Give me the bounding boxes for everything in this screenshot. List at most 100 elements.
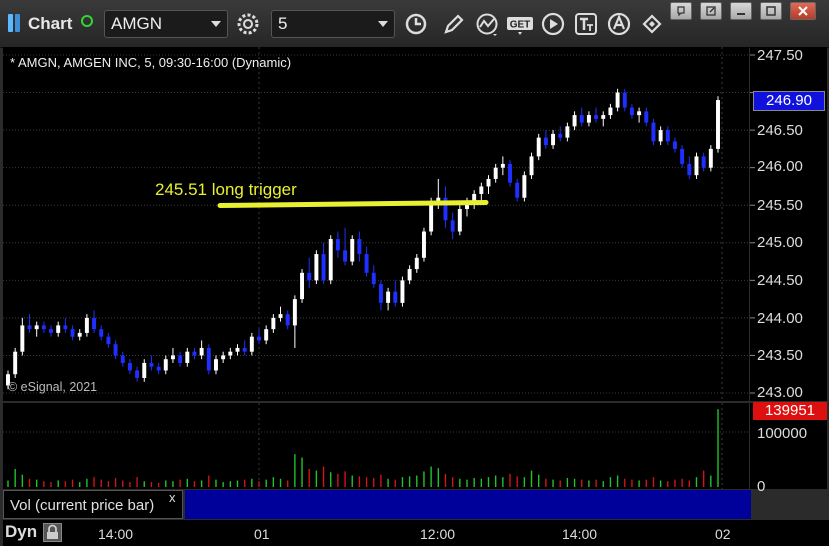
candle-body <box>400 280 405 303</box>
candle-body <box>307 272 312 281</box>
candle-body <box>386 291 391 303</box>
candle-body <box>479 186 484 194</box>
candle-body <box>579 115 584 123</box>
candle-body <box>522 175 527 198</box>
candle-body <box>185 351 190 363</box>
candle-body <box>680 148 685 164</box>
candle-body <box>572 115 577 127</box>
candle-body <box>708 148 713 168</box>
trigger-line <box>217 199 489 208</box>
last-volume-tag: 139951 <box>753 402 827 420</box>
price-tick-label: 243.00 <box>757 384 803 401</box>
candle-body <box>106 336 111 345</box>
volume-study-label: Vol (current price bar) <box>10 497 155 514</box>
candle-body <box>716 100 720 149</box>
candle-body <box>558 133 563 138</box>
chart-info-label: * AMGN, AMGEN INC, 5, 09:30-16:00 (Dynam… <box>10 55 292 70</box>
candle-body <box>63 325 68 330</box>
candle-body <box>321 254 326 281</box>
candle-body <box>637 111 642 116</box>
candle-body <box>601 115 606 119</box>
candle-body <box>70 329 75 337</box>
candle-body <box>586 115 591 123</box>
candle-body <box>622 92 627 108</box>
candle-body <box>651 122 656 142</box>
candle-body <box>393 291 398 303</box>
volume-tick-label: 100000 <box>757 425 808 442</box>
candle-body <box>228 351 233 356</box>
candle-body <box>214 359 218 371</box>
candle-body <box>429 201 434 232</box>
candle-body <box>335 239 340 251</box>
volume-study-strip <box>185 490 751 519</box>
candle-body <box>235 347 240 352</box>
dynamic-label[interactable]: Dyn <box>5 522 37 542</box>
candle-body <box>278 314 283 318</box>
candle-body <box>536 137 541 157</box>
candle-body <box>508 163 512 183</box>
candle-body <box>20 325 25 352</box>
candle-body <box>99 329 104 337</box>
price-tick-label: 246.00 <box>757 158 803 175</box>
candle-body <box>364 254 369 273</box>
price-tick-label: 245.50 <box>757 197 803 214</box>
candle-body <box>421 231 426 258</box>
candle-body <box>658 130 663 142</box>
lock-icon[interactable] <box>43 523 62 542</box>
candle-body <box>285 314 290 326</box>
candle-body <box>41 325 46 330</box>
candle-body <box>357 239 362 255</box>
candle-body <box>701 156 706 168</box>
candle-body <box>629 107 634 116</box>
candle-body <box>242 347 247 352</box>
candle-body <box>450 220 455 232</box>
candle-body <box>135 370 140 378</box>
candle-body <box>163 359 168 371</box>
price-tick-label: 244.50 <box>757 272 803 289</box>
candle-body <box>292 299 297 326</box>
candle-body <box>300 272 305 300</box>
candle-body <box>414 257 419 270</box>
candle-body <box>56 325 61 333</box>
price-tick-label: 243.50 <box>757 347 803 364</box>
candle-body <box>199 347 204 356</box>
trigger-annotation[interactable]: 245.51 long trigger <box>155 180 297 200</box>
candle-body <box>594 115 599 119</box>
candle-body <box>49 329 54 333</box>
candle-body <box>92 317 97 330</box>
candle-body <box>529 156 534 176</box>
copyright-label: © eSignal, 2021 <box>8 380 98 394</box>
candle-body <box>34 325 39 330</box>
close-study-icon[interactable]: x <box>169 490 176 505</box>
candle-body <box>206 347 211 371</box>
candle-body <box>500 163 505 168</box>
time-label: 01 <box>254 526 270 542</box>
candle-body <box>113 344 118 356</box>
candlestick-chart <box>3 47 755 489</box>
candle-body <box>615 92 620 108</box>
candle-body <box>149 362 154 367</box>
price-tick-label: 247.50 <box>757 47 803 64</box>
candle-body <box>328 239 333 281</box>
price-tick-label: 244.00 <box>757 310 803 327</box>
candle-body <box>407 269 412 281</box>
candle-body <box>343 250 348 262</box>
time-label: 02 <box>715 526 731 542</box>
candle-body <box>608 107 613 116</box>
price-tick-label: 245.00 <box>757 234 803 251</box>
candle-body <box>156 366 161 371</box>
candle-body <box>644 111 649 123</box>
candle-body <box>314 254 319 281</box>
candle-body <box>665 130 670 142</box>
time-label: 14:00 <box>562 526 598 542</box>
candle-body <box>249 336 254 352</box>
candle-body <box>221 355 226 360</box>
candle-body <box>493 167 498 179</box>
candle-body <box>271 317 276 330</box>
candle-body <box>127 362 132 371</box>
candle-body <box>257 336 261 341</box>
last-price-tag: 246.90 <box>753 91 825 111</box>
candle-body <box>694 156 699 176</box>
candle-body <box>551 133 556 146</box>
candle-body <box>378 284 383 303</box>
